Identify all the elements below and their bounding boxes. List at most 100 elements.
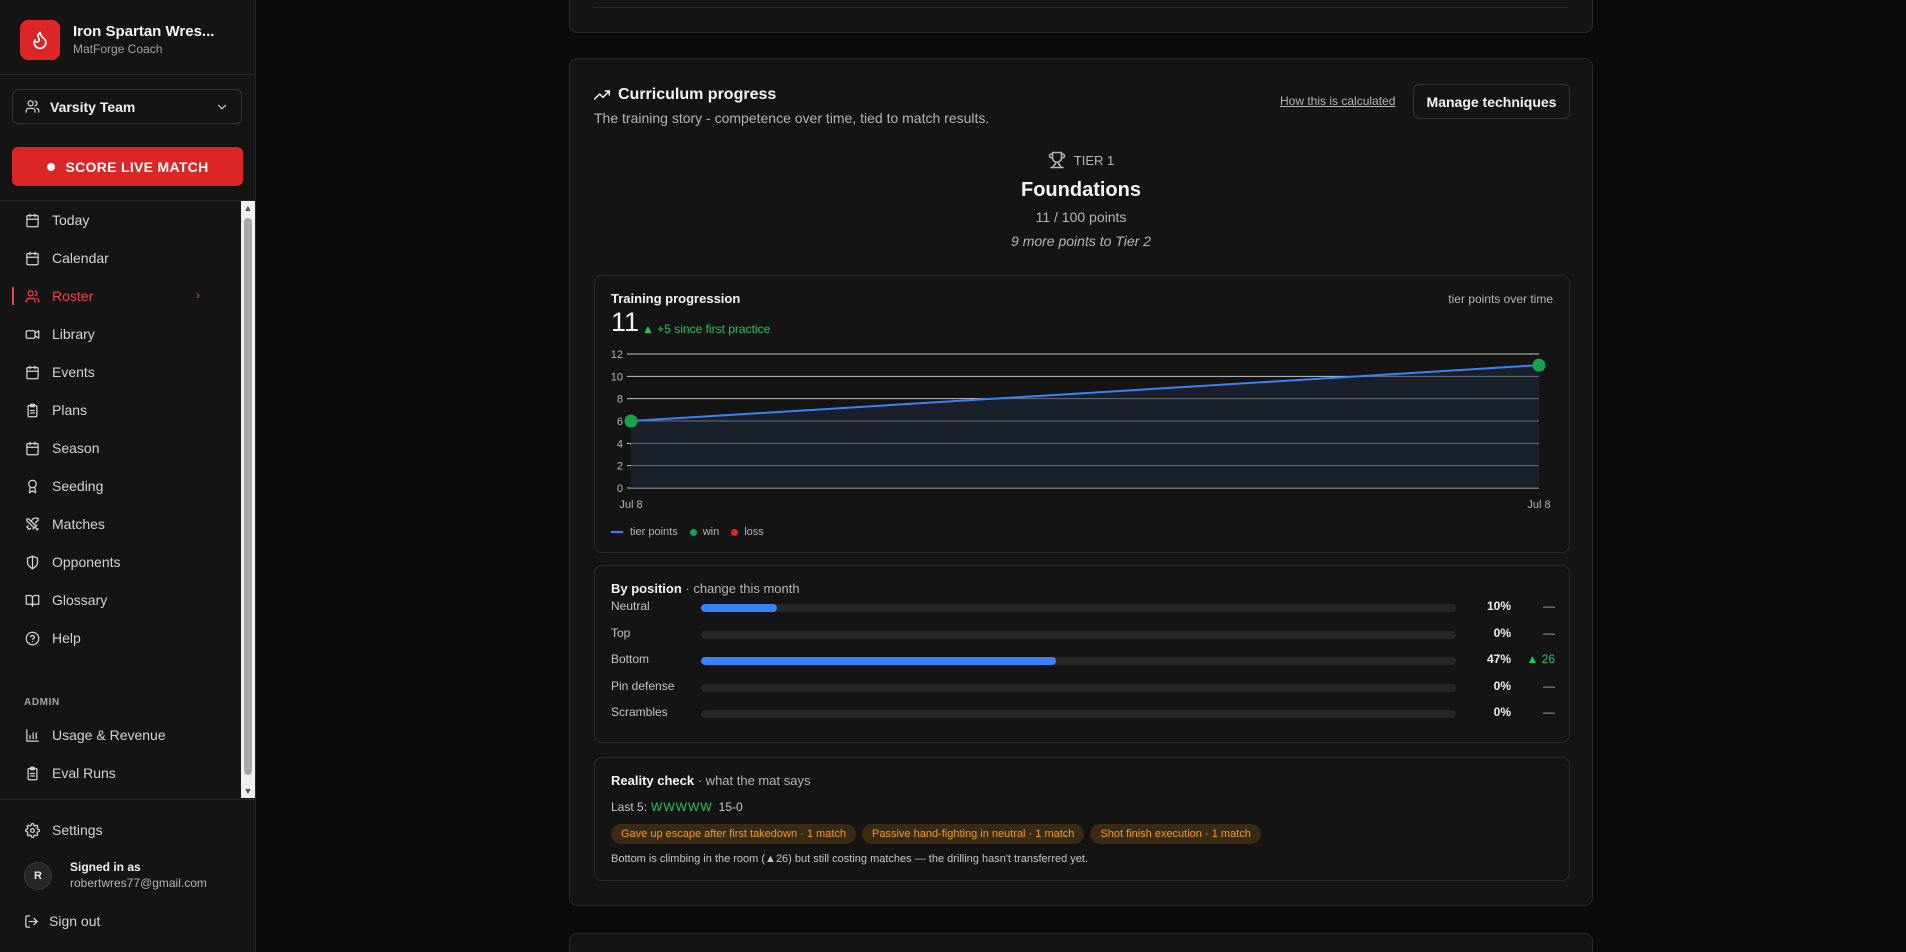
position-change: —: [1543, 705, 1555, 720]
issue-chip: Passive hand-fighting in neutral · 1 mat…: [862, 824, 1085, 844]
live-dot-icon: [46, 162, 55, 171]
sidebar-item-label: Matches: [52, 516, 105, 532]
team-selector[interactable]: Varsity Team: [12, 89, 242, 124]
reality-check-card: Reality check · what the mat says Last 5…: [594, 757, 1570, 881]
users-icon: [25, 99, 40, 114]
last-five-results: Last 5: WWWWW 15-0: [611, 800, 743, 814]
legend-label: loss: [744, 526, 764, 538]
settings-section: Settings: [0, 811, 255, 849]
chevron-down-icon: [215, 100, 229, 114]
sidebar-item-eval-runs[interactable]: Eval Runs: [0, 754, 240, 792]
sidebar-item-library[interactable]: Library: [0, 315, 240, 353]
sidebar-nav: Today Calendar Roster › Library Events Plans Se…: [0, 201, 240, 657]
chevron-right-icon: ›: [196, 288, 200, 302]
sidebar-item-season[interactable]: Season: [0, 429, 240, 467]
sidebar-item-today[interactable]: Today: [0, 201, 240, 239]
y-tick-label: 4: [617, 438, 623, 450]
legend-label: win: [702, 526, 720, 538]
scroll-down-arrow-icon[interactable]: ▼: [241, 784, 255, 798]
curriculum-title-text: Curriculum progress: [618, 86, 777, 103]
sidebar-item-roster[interactable]: Roster ›: [0, 277, 240, 315]
sidebar-item-label: Usage & Revenue: [52, 727, 166, 743]
sidebar-scrollbar[interactable]: ▲ ▼: [241, 201, 255, 798]
user-email: robertwres77@gmail.com: [70, 876, 207, 890]
clipboard-icon: [24, 765, 40, 781]
how-calculated-link[interactable]: How this is calculated: [1280, 94, 1395, 108]
brand[interactable]: Iron Spartan Wres... MatForge Coach: [20, 20, 214, 60]
sidebar-item-usage-revenue[interactable]: Usage & Revenue: [0, 716, 240, 754]
tier-label: TIER 1: [570, 151, 1592, 169]
sidebar-item-help[interactable]: Help: [0, 619, 240, 657]
sidebar-item-label: Roster: [52, 288, 94, 304]
legend-label: tier points: [630, 526, 678, 538]
bar-chart-icon: [24, 727, 40, 743]
legend-item-loss: loss: [731, 526, 764, 538]
y-tick-label: 12: [611, 349, 623, 361]
position-name: Bottom: [611, 652, 650, 667]
sidebar-item-label: Plans: [52, 402, 88, 418]
calendar-icon: [24, 440, 40, 456]
tier-label-text: TIER 1: [1073, 152, 1115, 168]
sidebar-item-glossary[interactable]: Glossary: [0, 581, 240, 619]
curriculum-progress-card: Curriculum progress The training story -…: [569, 58, 1593, 906]
sidebar-item-label: Library: [52, 326, 95, 342]
sidebar-item-opponents[interactable]: Opponents: [0, 543, 240, 581]
calendar-icon: [24, 250, 40, 266]
position-progress-track: [701, 710, 1456, 719]
trending-up-icon: [594, 87, 610, 103]
position-row-pin-defense: Pin defense 0% —: [611, 679, 1555, 695]
team-selector-label: Varsity Team: [50, 98, 136, 115]
scrollbar-thumb[interactable]: [244, 218, 252, 775]
position-change: —: [1543, 625, 1555, 640]
sidebar-item-events[interactable]: Events: [0, 353, 240, 391]
last-five-results-string: WWWWW: [651, 800, 713, 814]
training-progression-card: Training progression tier points over ti…: [594, 275, 1570, 553]
sidebar-item-label: Opponents: [52, 554, 121, 570]
issue-chip: Gave up escape after first takedown · 1 …: [611, 824, 857, 844]
position-change: —: [1543, 599, 1555, 613]
curriculum-subtitle: The training story - competence over tim…: [594, 110, 990, 126]
y-tick-label: 2: [617, 461, 623, 473]
reality-check-title: Reality check · what the mat says: [611, 773, 810, 788]
sidebar-item-settings[interactable]: Settings: [0, 811, 255, 849]
tier-name: Foundations: [1021, 179, 1141, 201]
tier-points: 11 / 100 points: [1035, 209, 1127, 225]
team-name: Iron Spartan Wres...: [73, 22, 215, 40]
signed-in-label: Signed in as: [70, 860, 141, 874]
position-progress-track: [701, 630, 1456, 639]
y-tick-label: 0: [617, 483, 623, 495]
sidebar-item-matches[interactable]: Matches: [0, 505, 240, 543]
sidebar-item-label: Season: [52, 440, 100, 456]
score-live-match-button[interactable]: SCORE LIVE MATCH: [12, 147, 243, 186]
position-name: Scrambles: [611, 705, 668, 720]
position-row-bottom: Bottom 47% ▲ 26: [611, 652, 1555, 668]
x-tick-label: Jul 8: [619, 499, 642, 511]
sidebar: Iron Spartan Wres... MatForge Coach Vars…: [0, 0, 256, 952]
legend-loss-swatch: [731, 528, 739, 536]
flame-icon: [20, 20, 60, 60]
scroll-up-arrow-icon[interactable]: ▲: [241, 201, 255, 215]
clipboard-icon: [24, 402, 40, 418]
video-icon: [24, 326, 40, 342]
sidebar-item-plans[interactable]: Plans: [0, 391, 240, 429]
app-root: Iron Spartan Wres... MatForge Coach Vars…: [0, 0, 1906, 952]
position-percent: 0%: [1493, 705, 1511, 720]
sidebar-item-calendar[interactable]: Calendar: [0, 239, 240, 277]
issue-chip: Shot finish execution · 1 match: [1090, 824, 1261, 844]
position-change: —: [1543, 678, 1555, 693]
area-fill: [631, 365, 1539, 488]
next-card: [569, 933, 1593, 952]
sign-out-button[interactable]: Sign out: [24, 913, 100, 929]
score-live-match-label: SCORE LIVE MATCH: [65, 158, 209, 175]
calendar-icon: [24, 364, 40, 380]
sidebar-item-seeding[interactable]: Seeding: [0, 467, 240, 505]
x-tick-label: Jul 8: [1527, 499, 1550, 511]
manage-techniques-button[interactable]: Manage techniques: [1413, 84, 1570, 119]
by-position-subtitle: · change this month: [685, 581, 800, 596]
sidebar-item-label: Help: [52, 630, 81, 646]
curriculum-title: Curriculum progress: [594, 86, 776, 104]
app-subtitle: MatForge Coach: [73, 41, 163, 56]
divider: [0, 799, 255, 800]
data-point-win: [624, 414, 638, 428]
calendar-icon: [24, 212, 40, 228]
